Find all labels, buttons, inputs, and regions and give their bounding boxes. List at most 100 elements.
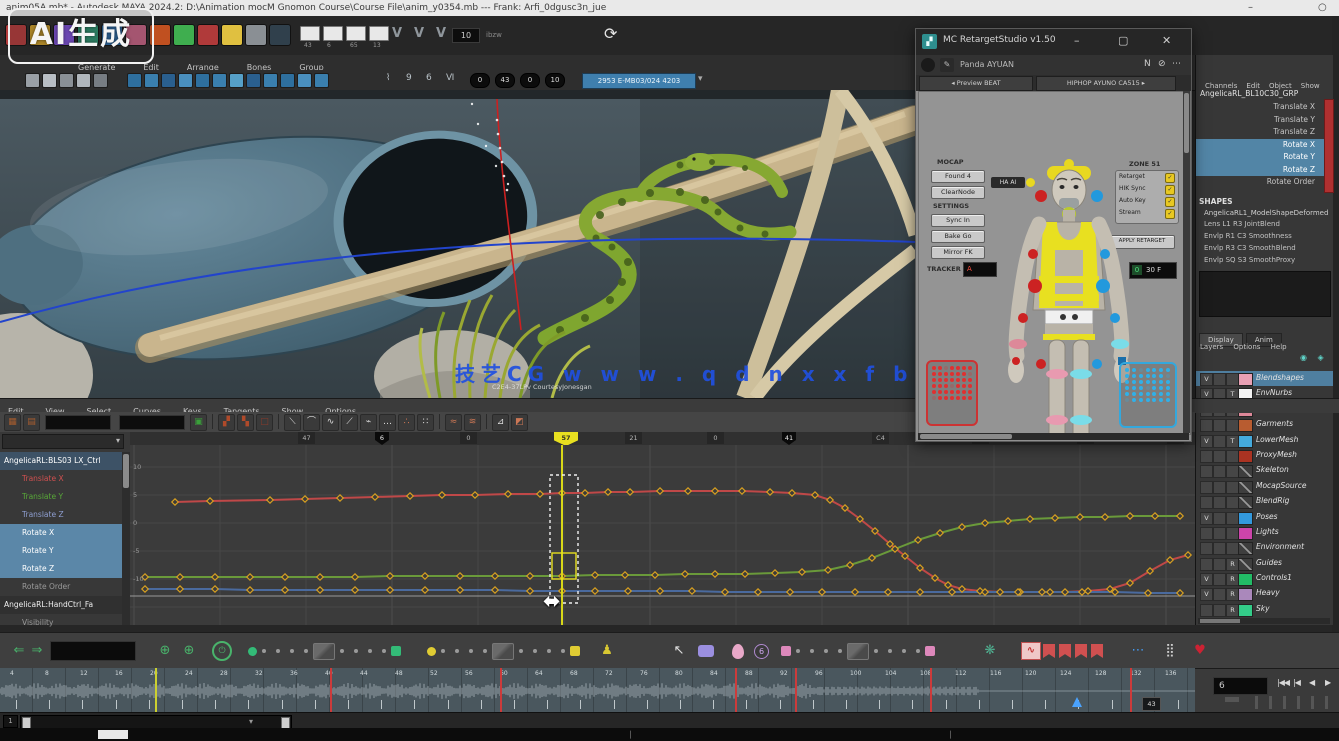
- pen-shelf-icon[interactable]: [42, 73, 57, 88]
- layer-color-swatch[interactable]: [1238, 542, 1253, 555]
- visibility-toggle[interactable]: [1200, 496, 1213, 509]
- frame-bookmark[interactable]: 0: [707, 432, 724, 444]
- outliner-item[interactable]: Rotate Order: [0, 578, 122, 596]
- shelf-icon[interactable]: [161, 73, 176, 88]
- shape-row[interactable]: Lens L1 R3 JointBlend: [1204, 220, 1330, 232]
- finger-dot[interactable]: [1166, 368, 1170, 372]
- mini-slider[interactable]: [1269, 696, 1272, 709]
- finger-dot[interactable]: [1125, 398, 1129, 402]
- playback-button[interactable]: ◀: [1309, 678, 1314, 687]
- disable-icon[interactable]: ⊘: [1158, 59, 1166, 69]
- finger-dot[interactable]: [1166, 398, 1170, 402]
- layer-row[interactable]: VTLowerMesh: [1196, 433, 1333, 448]
- character-pose-button[interactable]: ♟: [598, 640, 616, 662]
- ge-tool-icon[interactable]: ▞: [218, 414, 235, 431]
- outliner-item[interactable]: Translate Y: [0, 488, 122, 506]
- group-six-button[interactable]: 6: [754, 644, 769, 659]
- counter-chip[interactable]: 0: [520, 73, 540, 88]
- channel-tab-show[interactable]: Show: [1301, 82, 1320, 90]
- finger-dot[interactable]: [944, 396, 948, 400]
- slot-dot[interactable]: [888, 649, 892, 653]
- layer-row[interactable]: VPoses: [1196, 510, 1333, 525]
- shift-left-button[interactable]: ⇐: [10, 640, 28, 662]
- layer-row[interactable]: ProxyMesh: [1196, 448, 1333, 463]
- slot-dot[interactable]: [441, 649, 445, 653]
- bookmark-button[interactable]: [1091, 644, 1103, 658]
- shelf-glyph[interactable]: ⌇: [386, 73, 390, 83]
- tab-hiphop[interactable]: HIPHOP AYUNO CA515 ▸: [1036, 76, 1176, 91]
- ge-tool-icon[interactable]: ▤: [23, 414, 40, 431]
- playback-button[interactable]: |◀◀: [1277, 678, 1289, 687]
- finger-dot[interactable]: [1159, 374, 1163, 378]
- mini-slider[interactable]: [1297, 696, 1300, 709]
- finger-dot[interactable]: [968, 384, 972, 388]
- finger-dot[interactable]: [962, 384, 966, 388]
- lock-toggle[interactable]: [1213, 558, 1226, 571]
- shift-right-button[interactable]: ⇒: [28, 640, 46, 662]
- channel-row[interactable]: Translate Y: [1196, 114, 1333, 127]
- pen-icon[interactable]: ✎: [940, 58, 954, 72]
- finger-dot[interactable]: [1159, 398, 1163, 402]
- snap-curve-icon[interactable]: [173, 24, 195, 46]
- finger-dot[interactable]: [1152, 380, 1156, 384]
- visibility-toggle[interactable]: V: [1200, 512, 1213, 525]
- finger-dot[interactable]: [1132, 380, 1136, 384]
- finger-dot[interactable]: [956, 384, 960, 388]
- finger-dot[interactable]: [1139, 386, 1143, 390]
- finger-dot[interactable]: [1146, 398, 1150, 402]
- channel-row[interactable]: Translate Z: [1196, 126, 1333, 139]
- finger-dot[interactable]: [1139, 380, 1143, 384]
- slot-dot[interactable]: [290, 649, 294, 653]
- layer-color-swatch[interactable]: [1238, 450, 1253, 463]
- frame-bookmark[interactable]: 47: [298, 432, 315, 444]
- mini-slider[interactable]: [1325, 696, 1328, 709]
- slot-dot[interactable]: [796, 649, 800, 653]
- history-icon[interactable]: [221, 24, 243, 46]
- yellow-slot-b[interactable]: [570, 646, 580, 656]
- slot-dot[interactable]: [874, 649, 878, 653]
- visibility-toggle[interactable]: [1200, 542, 1213, 555]
- layer-row[interactable]: BlendRig: [1196, 494, 1333, 509]
- finger-dot[interactable]: [932, 366, 936, 370]
- slot-dot[interactable]: [276, 649, 280, 653]
- finger-dot[interactable]: [962, 390, 966, 394]
- layer-color-swatch[interactable]: [1238, 481, 1253, 494]
- head-ctrl-right[interactable]: [1091, 190, 1103, 202]
- picker-menu-label[interactable]: Panda AYUAN: [960, 60, 1014, 69]
- shelf-glyph[interactable]: 6: [426, 73, 432, 83]
- pose-name-field[interactable]: [50, 641, 136, 661]
- add-key-button[interactable]: ⊕: [156, 640, 174, 662]
- finger-dot[interactable]: [1152, 374, 1156, 378]
- finger-dot[interactable]: [950, 390, 954, 394]
- finger-dot[interactable]: [962, 378, 966, 382]
- finger-dot[interactable]: [1132, 374, 1136, 378]
- slot-dot[interactable]: [304, 649, 308, 653]
- lock-toggle[interactable]: [1213, 496, 1226, 509]
- yellow-slot-a[interactable]: [427, 647, 436, 656]
- slot-dot[interactable]: [368, 649, 372, 653]
- layer-color-swatch[interactable]: [1238, 527, 1253, 540]
- finger-dot[interactable]: [1152, 386, 1156, 390]
- finger-dot[interactable]: [968, 396, 972, 400]
- layer-color-swatch[interactable]: [1238, 419, 1253, 432]
- make-live-icon[interactable]: [197, 24, 219, 46]
- visibility-toggle[interactable]: [1200, 558, 1213, 571]
- settings-button[interactable]: Mirror FK: [931, 246, 985, 259]
- lock-toggle[interactable]: [1213, 588, 1226, 601]
- shelf-icon[interactable]: [144, 73, 159, 88]
- frame-bookmark[interactable]: 41: [782, 432, 796, 445]
- slot-dot[interactable]: [810, 649, 814, 653]
- slot-dot[interactable]: [455, 649, 459, 653]
- finger-dot[interactable]: [932, 384, 936, 388]
- green-slot-a[interactable]: [248, 647, 257, 656]
- graph-editor-curve-area[interactable]: 1050-5-10: [130, 445, 1195, 625]
- wrist-band-right[interactable]: [1111, 339, 1129, 349]
- shelf-icon[interactable]: [195, 73, 210, 88]
- layer-row[interactable]: RSky: [1196, 602, 1333, 617]
- finger-dot[interactable]: [1146, 386, 1150, 390]
- outliner-item[interactable]: Rotate Z: [0, 560, 122, 578]
- finger-dot[interactable]: [950, 384, 954, 388]
- notify-icon[interactable]: N: [1144, 59, 1151, 69]
- shelf-glyph[interactable]: 9: [406, 73, 412, 83]
- pen-shelf-icon[interactable]: [59, 73, 74, 88]
